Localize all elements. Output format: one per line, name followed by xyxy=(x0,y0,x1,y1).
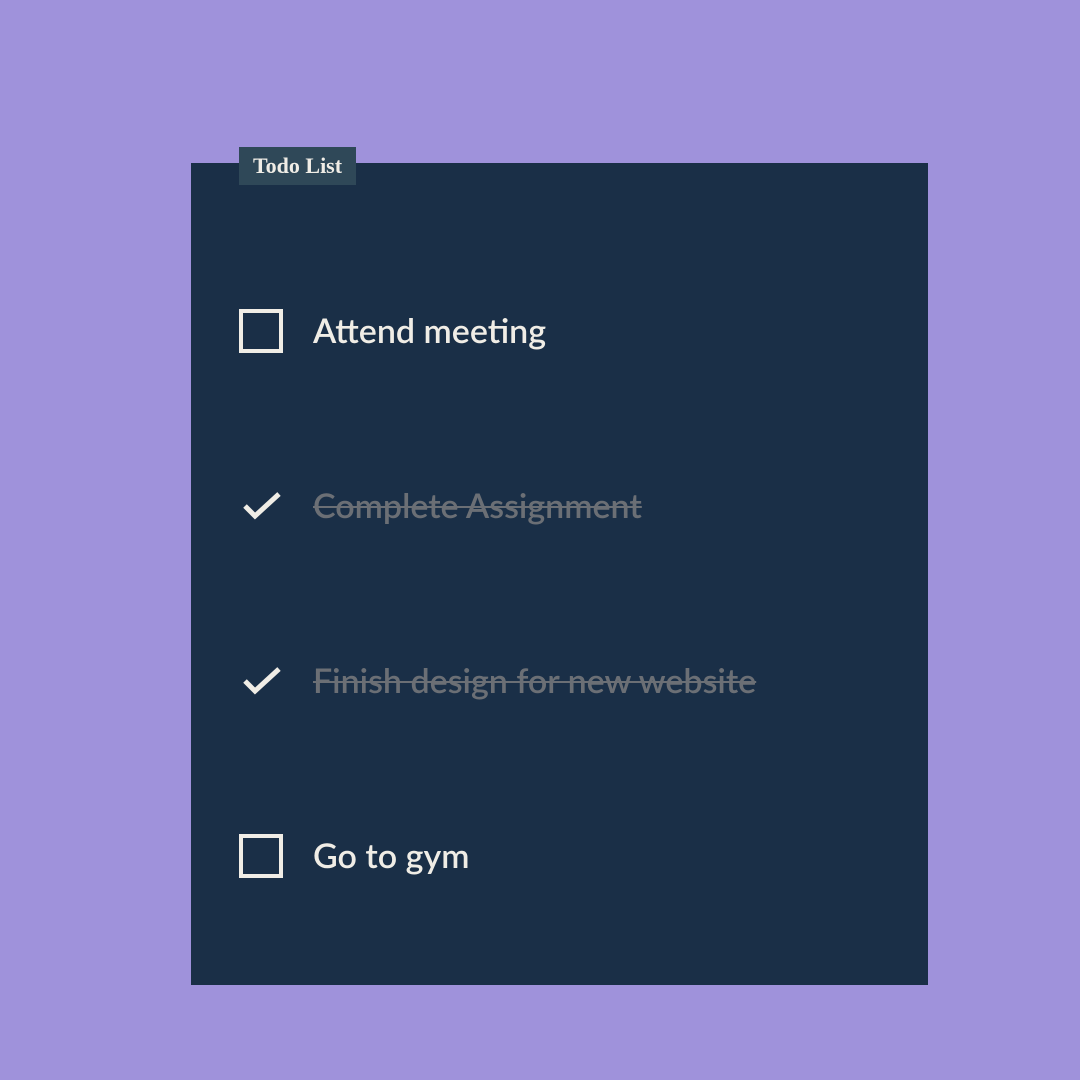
checkmark-icon[interactable] xyxy=(239,659,283,703)
todo-item[interactable]: Attend meeting xyxy=(239,243,880,418)
todo-item[interactable]: Go to gym xyxy=(239,768,880,943)
checkmark-icon[interactable] xyxy=(239,484,283,528)
card-title: Todo List xyxy=(239,147,356,185)
todo-item[interactable]: Finish design for new website xyxy=(239,593,880,768)
todo-label: Attend meeting xyxy=(313,310,546,351)
todo-card: Todo List Attend meeting Complete Assign… xyxy=(191,163,928,985)
todo-item[interactable]: Complete Assignment xyxy=(239,418,880,593)
todo-label: Finish design for new website xyxy=(313,660,756,701)
checkbox-unchecked-icon[interactable] xyxy=(239,834,283,878)
checkbox-unchecked-icon[interactable] xyxy=(239,309,283,353)
todo-label: Go to gym xyxy=(313,835,469,876)
todo-list: Attend meeting Complete Assignment Finis… xyxy=(191,163,928,943)
todo-label: Complete Assignment xyxy=(313,485,642,526)
